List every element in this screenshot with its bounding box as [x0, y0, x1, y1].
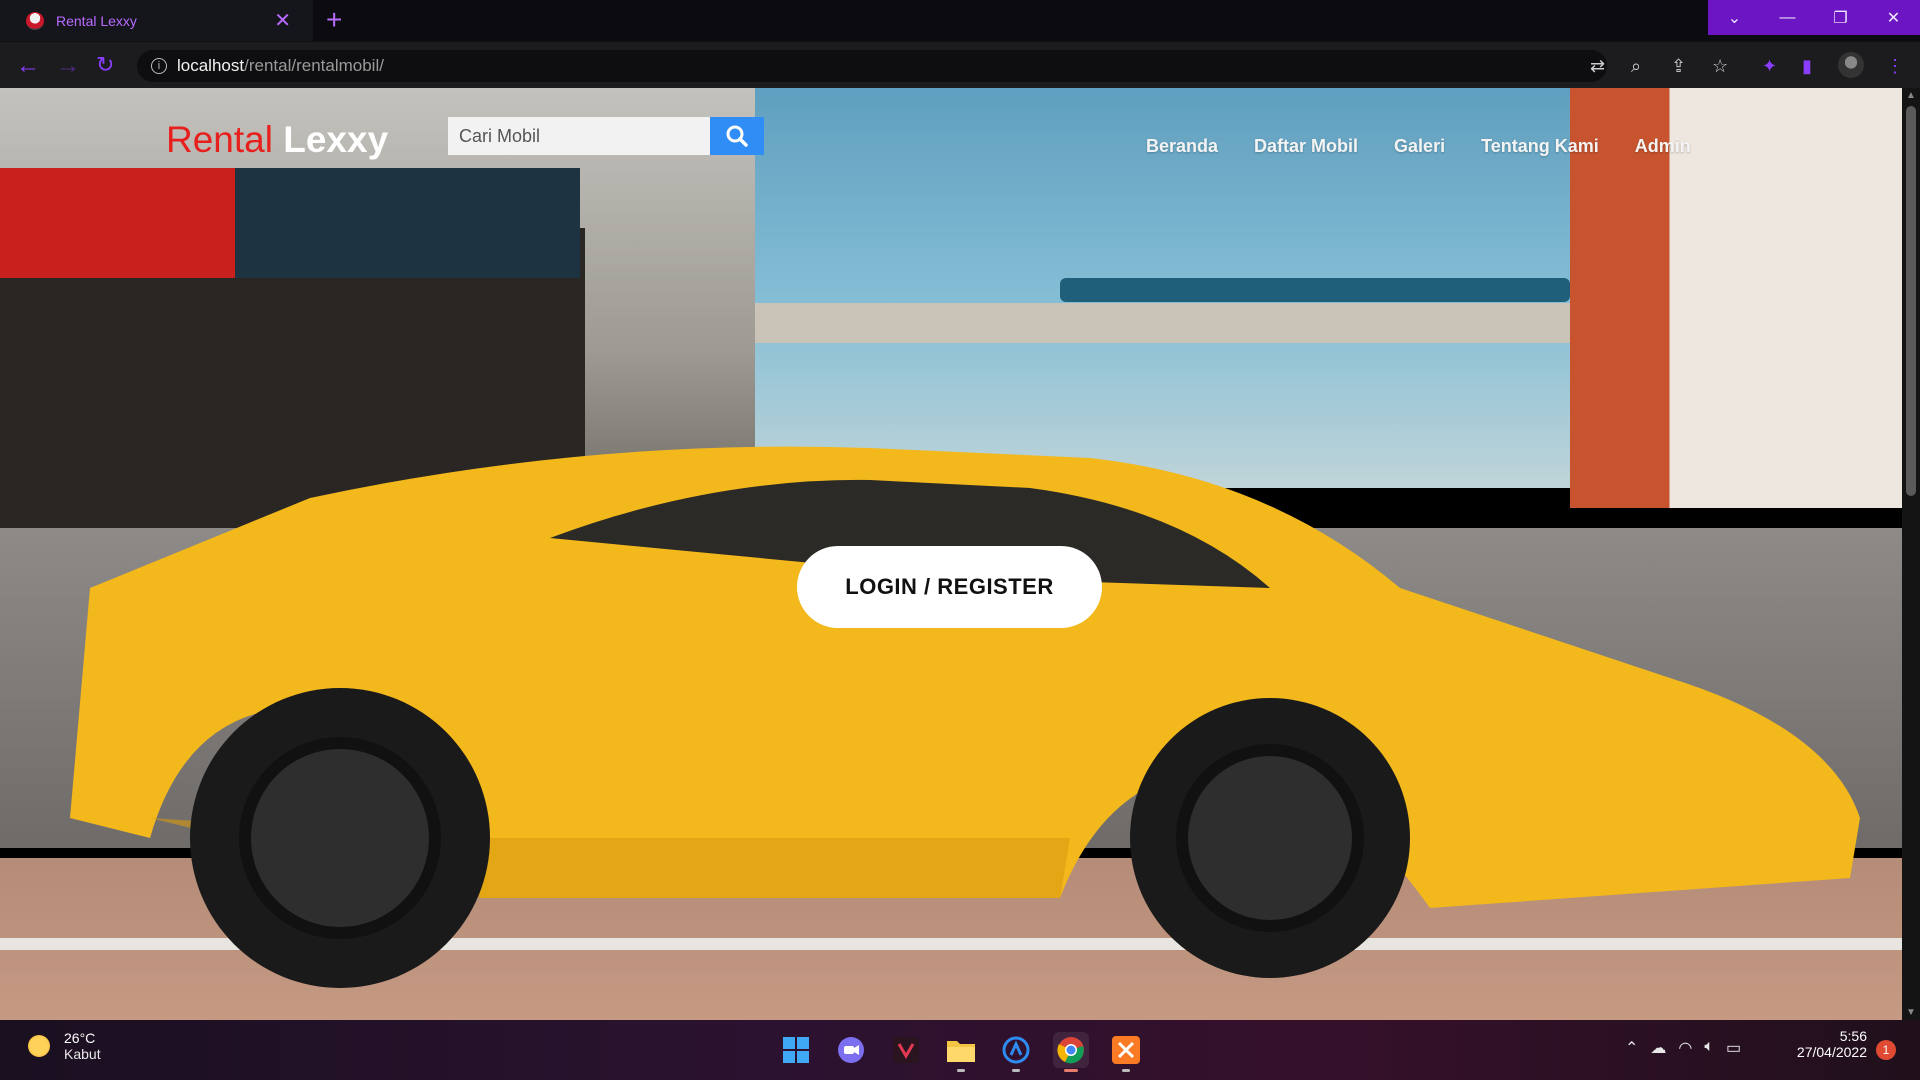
- forward-icon[interactable]: →: [56, 52, 80, 80]
- hero-background-train: [1060, 278, 1570, 302]
- new-tab-button[interactable]: +: [326, 4, 342, 36]
- logo-text-red: Rental: [166, 119, 273, 160]
- browser-toolbar: ← → ↻ i localhost/rental/rentalmobil/ ⇄ …: [0, 41, 1920, 88]
- running-indicator: [1012, 1069, 1020, 1072]
- taskbar-vscode-app[interactable]: [998, 1032, 1034, 1072]
- notification-badge[interactable]: 1: [1876, 1040, 1896, 1060]
- search-button[interactable]: [710, 117, 764, 155]
- running-indicator: [957, 1069, 965, 1072]
- scroll-up-icon[interactable]: ▲: [1906, 90, 1916, 101]
- taskbar-chat-app[interactable]: [833, 1032, 869, 1068]
- side-panel-icon[interactable]: ▮: [1802, 56, 1812, 77]
- windows-start-icon: [783, 1037, 809, 1063]
- profile-avatar[interactable]: [1838, 52, 1864, 78]
- sun-icon: [28, 1035, 50, 1057]
- chrome-icon: [1057, 1037, 1084, 1064]
- nav-tentang-kami[interactable]: Tentang Kami: [1481, 136, 1599, 157]
- site-favicon-icon: [26, 11, 44, 30]
- nav-beranda[interactable]: Beranda: [1146, 136, 1218, 157]
- hero-background-shop-sign-2: [235, 168, 580, 278]
- onedrive-cloud-icon[interactable]: ☁: [1650, 1038, 1666, 1058]
- minimize-icon[interactable]: —: [1761, 0, 1814, 35]
- translate-icon[interactable]: ⇄: [1590, 56, 1605, 77]
- hero-background-shop-sign: [0, 168, 250, 278]
- browser-tabbar: Rental Lexxy ✕ + ⌄ — ❐ ✕: [0, 0, 1920, 41]
- os-taskbar: 26°C Kabut ⌃ ☁ ◠ 🔈︎ ▭ 5:56 27/04/2022 1: [0, 1020, 1920, 1080]
- nav-galeri[interactable]: Galeri: [1394, 136, 1445, 157]
- car-search-input[interactable]: [448, 117, 710, 155]
- chat-icon: [838, 1037, 864, 1063]
- page-viewport: Rental Lexxy Beranda Daftar Mobil Galeri…: [0, 88, 1902, 1020]
- taskbar-apps: [778, 1032, 1144, 1072]
- app-v-icon: [893, 1037, 919, 1063]
- tab-title: Rental Lexxy: [56, 12, 137, 29]
- taskbar-chrome-app[interactable]: [1053, 1032, 1089, 1072]
- hero-car-image: [70, 446, 1860, 988]
- active-indicator: [1064, 1069, 1078, 1072]
- running-indicator: [1122, 1069, 1130, 1072]
- logo-text-white: Lexxy: [283, 119, 389, 160]
- clock-time: 5:56: [1839, 1028, 1867, 1044]
- taskbar-vscodium-app[interactable]: [888, 1032, 924, 1068]
- tab-search-icon[interactable]: ⌄: [1708, 0, 1761, 35]
- login-register-label: LOGIN / REGISTER: [845, 574, 1054, 599]
- volume-icon[interactable]: 🔈︎: [1704, 1038, 1714, 1058]
- wifi-icon[interactable]: ◠: [1678, 1038, 1692, 1058]
- back-icon[interactable]: ←: [16, 52, 40, 80]
- site-logo[interactable]: Rental Lexxy: [166, 119, 388, 161]
- browser-menu-icon[interactable]: ⋮: [1886, 56, 1904, 77]
- scrollbar-thumb[interactable]: [1906, 106, 1916, 496]
- car-rear-rim: [239, 737, 441, 939]
- login-register-button[interactable]: LOGIN / REGISTER: [797, 546, 1102, 628]
- search-icon: [726, 125, 748, 147]
- code-editor-icon: [1002, 1036, 1030, 1064]
- tray-overflow-icon[interactable]: ⌃: [1625, 1038, 1638, 1058]
- xampp-icon: [1112, 1036, 1140, 1064]
- url-bar[interactable]: i localhost/rental/rentalmobil/: [137, 50, 1607, 82]
- nav-admin[interactable]: Admin: [1635, 136, 1691, 157]
- bookmark-star-icon[interactable]: ☆: [1712, 56, 1728, 77]
- extensions-icon[interactable]: ✦: [1762, 56, 1777, 77]
- tab-close-icon[interactable]: ✕: [274, 8, 291, 33]
- system-tray: ⌃ ☁ ◠ 🔈︎ ▭: [1625, 1038, 1741, 1058]
- restore-icon[interactable]: ❐: [1814, 0, 1867, 35]
- main-nav: Beranda Daftar Mobil Galeri Tentang Kami…: [1146, 136, 1691, 157]
- site-info-icon[interactable]: i: [151, 58, 167, 74]
- share-icon[interactable]: ⇪: [1671, 56, 1686, 77]
- browser-tab[interactable]: Rental Lexxy ✕: [0, 0, 313, 41]
- nav-daftar-mobil[interactable]: Daftar Mobil: [1254, 136, 1358, 157]
- car-front-rim: [1176, 744, 1364, 932]
- weather-condition: Kabut: [64, 1046, 101, 1062]
- folder-icon: [947, 1041, 975, 1062]
- scroll-down-icon[interactable]: ▼: [1906, 1007, 1916, 1018]
- window-controls: ⌄ — ❐ ✕: [1708, 0, 1920, 35]
- taskbar-file-explorer[interactable]: [943, 1032, 979, 1072]
- clock-date: 27/04/2022: [1796, 1044, 1867, 1060]
- hero-background-bridge: [755, 303, 1575, 343]
- zoom-icon[interactable]: ⌕: [1631, 56, 1641, 77]
- page-scrollbar[interactable]: ▲ ▼: [1902, 88, 1920, 1020]
- weather-widget[interactable]: 26°C Kabut: [28, 1030, 101, 1062]
- url-host: localhost: [177, 56, 245, 75]
- start-button[interactable]: [778, 1032, 814, 1068]
- taskbar-xampp-app[interactable]: [1108, 1032, 1144, 1072]
- car-search-form: [448, 117, 764, 155]
- close-window-icon[interactable]: ✕: [1867, 0, 1920, 35]
- battery-icon[interactable]: ▭: [1726, 1038, 1741, 1058]
- reload-icon[interactable]: ↻: [96, 52, 114, 78]
- url-path: /rental/rentalmobil/: [244, 56, 384, 75]
- weather-temp: 26°C: [64, 1030, 96, 1046]
- system-clock[interactable]: 5:56 27/04/2022: [1787, 1028, 1867, 1060]
